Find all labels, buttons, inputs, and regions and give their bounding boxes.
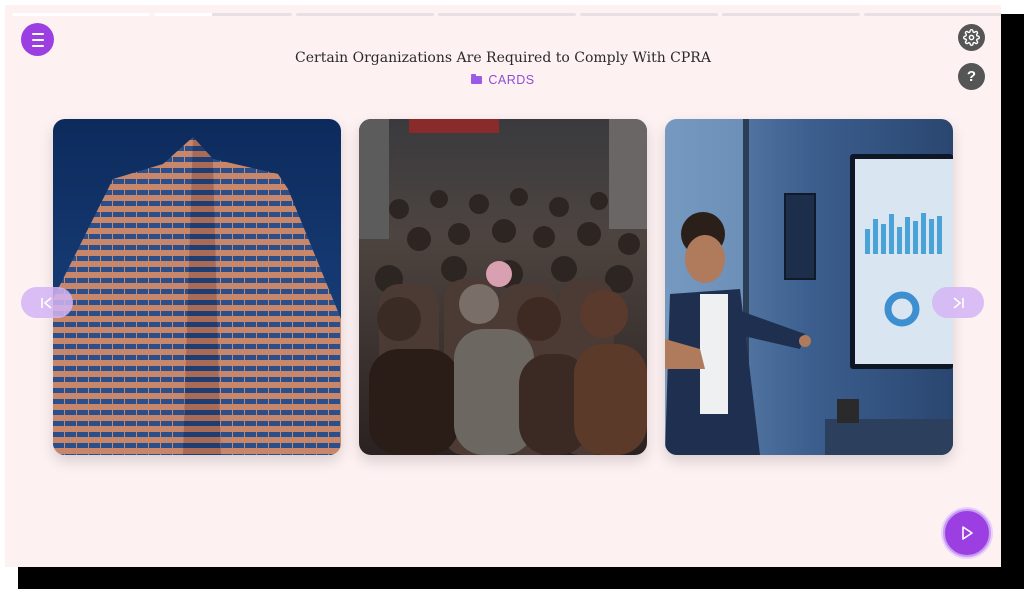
progress-segment-fill [154,13,212,16]
progress-segment [722,13,860,16]
card-crowd[interactable] [359,119,647,455]
progress-bar [12,13,1001,16]
progress-segment [864,13,1001,16]
menu-icon [31,31,44,49]
card-skyscraper[interactable] [53,119,341,455]
progress-segment-fill [12,13,150,16]
office-image [665,119,953,455]
settings-button[interactable] [958,24,985,51]
skyscraper-image [53,119,341,455]
progress-segment [154,13,292,16]
progress-segment [438,13,576,16]
folder-icon [471,74,483,84]
progress-segment [580,13,718,16]
play-button[interactable] [943,509,991,557]
next-button[interactable] [932,287,984,318]
play-icon [962,526,973,540]
section-label-text: CARDS [488,73,535,87]
page-title: Certain Organizations Are Required to Co… [295,50,711,66]
previous-button[interactable] [21,287,73,318]
skip-forward-icon [953,296,964,309]
progress-segment [296,13,434,16]
crowd-image [359,119,647,455]
section-label: CARDS [5,73,1001,87]
course-window: ? Certain Organizations Are Required to … [5,5,1001,567]
skip-back-icon [41,296,52,309]
gear-icon [963,29,980,46]
progress-segment [12,13,150,16]
card-office[interactable] [665,119,953,455]
